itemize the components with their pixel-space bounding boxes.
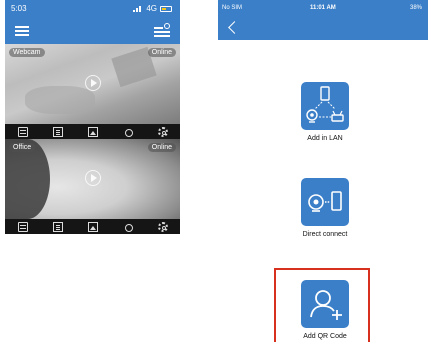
camera-view-webcam[interactable]: Webcam Online — [5, 44, 180, 124]
status-battery: 38% — [409, 5, 422, 11]
direct-connect-option[interactable]: Direct connect — [295, 178, 355, 238]
back-chevron-icon[interactable] — [228, 21, 241, 34]
left-phone-screen: 5:03 4G Webcam Online Office Online — [5, 0, 180, 240]
document-icon[interactable] — [52, 126, 63, 137]
lan-icon[interactable] — [301, 82, 349, 130]
camera-toolbar — [5, 219, 180, 234]
play-icon[interactable] — [85, 75, 101, 91]
battery-icon — [160, 5, 172, 12]
calendar-icon[interactable] — [17, 126, 28, 137]
option-label: Direct connect — [302, 231, 348, 238]
direct-connect-icon[interactable] — [301, 178, 349, 226]
document-icon[interactable] — [52, 221, 63, 232]
camera-name: Office — [9, 143, 36, 152]
highlight-box — [274, 268, 370, 342]
status-time: 5:03 — [11, 4, 27, 13]
status-carrier: No SIM — [222, 5, 243, 11]
nav-bar — [218, 17, 428, 40]
image-icon[interactable] — [87, 221, 98, 232]
settings-icon[interactable] — [157, 221, 168, 232]
status-time: 11:01 AM — [310, 5, 336, 11]
image-icon[interactable] — [87, 126, 98, 137]
menu-icon[interactable] — [15, 26, 29, 36]
add-in-lan-option[interactable]: Add in LAN — [295, 82, 355, 142]
weather-icon[interactable] — [123, 222, 133, 232]
signal-icon — [133, 5, 143, 12]
nav-bar — [5, 18, 180, 44]
camera-name: Webcam — [9, 48, 45, 57]
settings-icon[interactable] — [157, 126, 168, 137]
status-right: 4G — [133, 4, 172, 13]
calendar-icon[interactable] — [17, 221, 28, 232]
camera-toolbar — [5, 124, 180, 139]
camera-status: Online — [147, 48, 176, 57]
status-bar: 5:03 4G — [5, 0, 180, 18]
option-label: Add in LAN — [307, 135, 343, 142]
status-bar: No SIM 11:01 AM 38% — [218, 0, 428, 17]
weather-icon[interactable] — [123, 127, 133, 137]
device-list-icon[interactable] — [154, 23, 170, 37]
camera-view-office[interactable]: Office Online — [5, 139, 180, 219]
network-type: 4G — [146, 4, 157, 13]
camera-status: Online — [147, 143, 176, 152]
play-icon[interactable] — [85, 170, 101, 186]
